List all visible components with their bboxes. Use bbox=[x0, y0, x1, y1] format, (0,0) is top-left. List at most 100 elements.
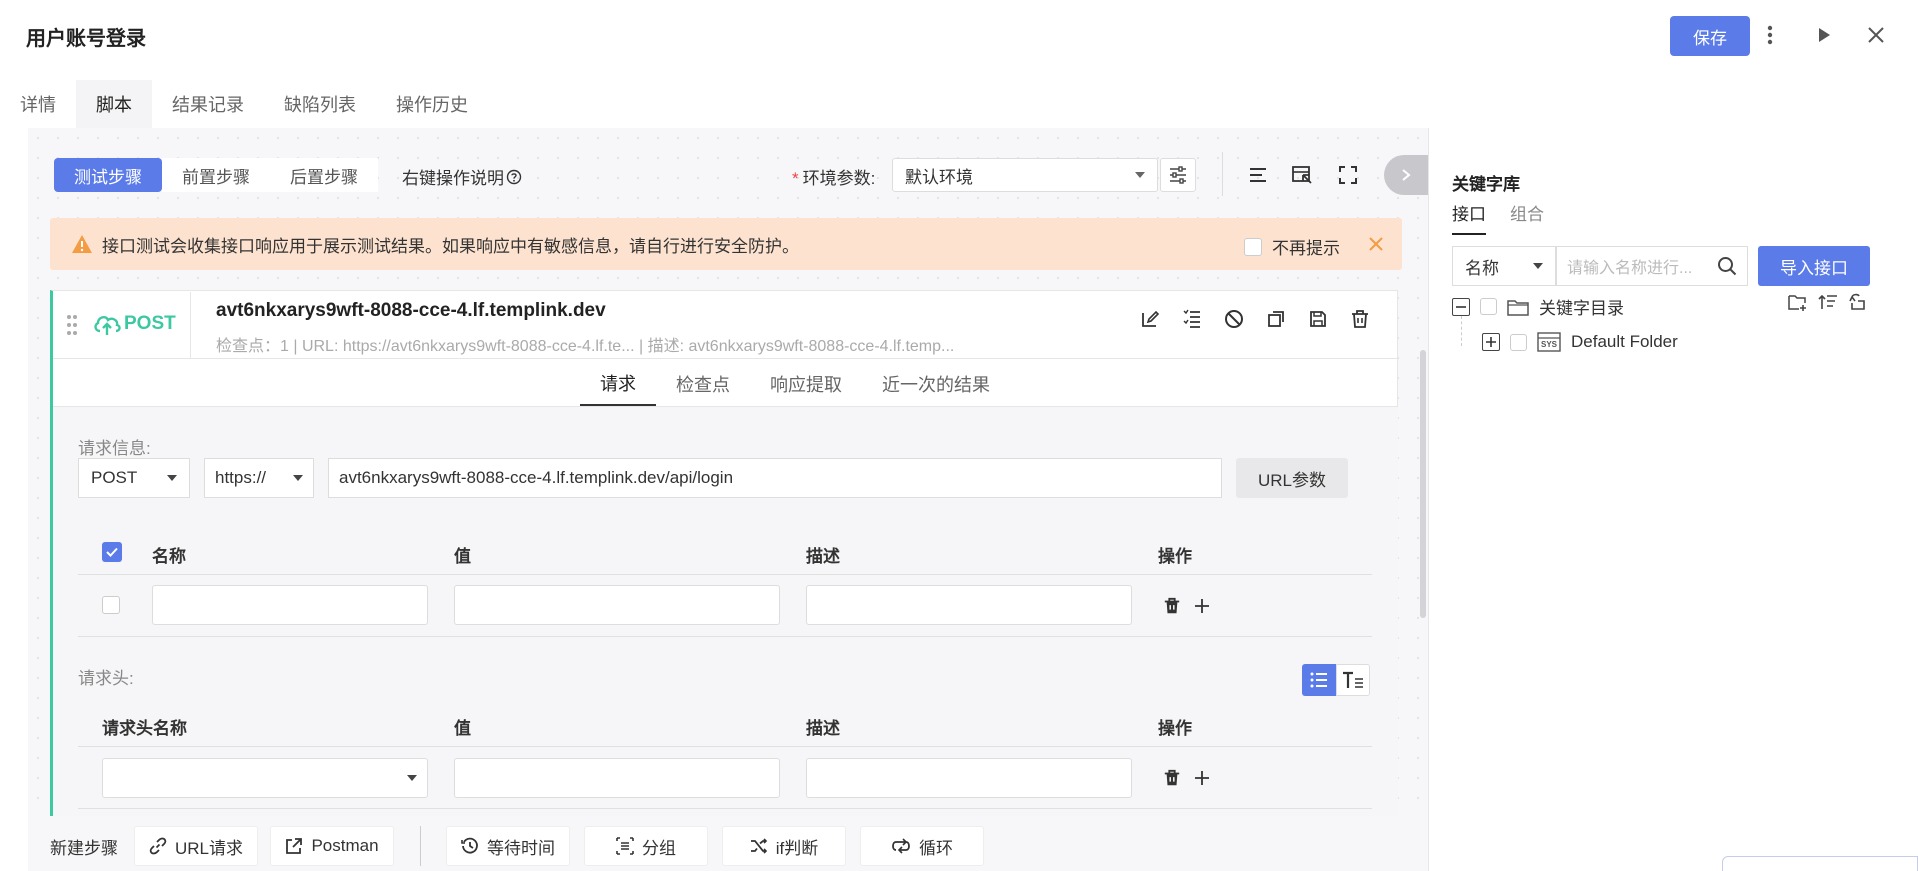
caret-down-icon bbox=[167, 475, 177, 481]
import-interface-button[interactable]: 导入接口 bbox=[1758, 246, 1870, 286]
method-select[interactable]: POST bbox=[78, 458, 190, 498]
col-header-header-ops: 操作 bbox=[1158, 719, 1192, 738]
plus-icon[interactable] bbox=[1192, 596, 1212, 616]
tab-history[interactable]: 操作历史 bbox=[376, 80, 488, 128]
request-info-label: 请求信息: bbox=[78, 439, 151, 458]
env-select[interactable]: 默认环境 bbox=[892, 158, 1158, 192]
new-step-label: 新建步骤 bbox=[50, 839, 118, 858]
disable-icon[interactable] bbox=[1220, 304, 1248, 334]
loop-button[interactable]: 循环 bbox=[860, 826, 984, 866]
save-icon[interactable] bbox=[1304, 304, 1332, 334]
trash-icon[interactable] bbox=[1162, 596, 1182, 616]
no-remind-checkbox[interactable] bbox=[1244, 237, 1262, 256]
protocol-select-value: https:// bbox=[215, 468, 267, 487]
sort-icon[interactable] bbox=[1816, 290, 1840, 314]
right-click-help-link[interactable]: 右键操作说明 bbox=[402, 164, 522, 189]
fullscreen-icon[interactable] bbox=[1334, 160, 1362, 190]
col-header-header-name: 请求头名称 bbox=[102, 719, 187, 738]
collapse-toggle-icon[interactable] bbox=[1452, 297, 1470, 316]
header-value-input[interactable] bbox=[454, 758, 780, 798]
panel-divider bbox=[1428, 128, 1429, 871]
tab-last-result[interactable]: 近一次的结果 bbox=[862, 362, 1010, 406]
default-folder-checkbox[interactable] bbox=[1510, 333, 1527, 351]
add-folder-icon[interactable] bbox=[1786, 290, 1810, 314]
tab-pre-steps[interactable]: 前置步骤 bbox=[162, 158, 270, 192]
settings-sliders-icon[interactable] bbox=[1160, 158, 1196, 192]
url-input[interactable]: avt6nkxarys9wft-8088-cce-4.lf.templink.d… bbox=[328, 458, 1222, 498]
tab-details[interactable]: 详情 bbox=[0, 80, 76, 128]
tree-root[interactable]: 关键字目录 bbox=[1452, 294, 1624, 319]
save-button[interactable]: 保存 bbox=[1670, 16, 1750, 56]
group-button[interactable]: 分组 bbox=[584, 826, 708, 866]
col-header-header-value: 值 bbox=[454, 719, 471, 738]
tab-test-steps[interactable]: 测试步骤 bbox=[54, 158, 162, 192]
url-params-button[interactable]: URL参数 bbox=[1236, 458, 1348, 498]
expand-toggle-icon[interactable] bbox=[1482, 333, 1500, 351]
protocol-select[interactable]: https:// bbox=[204, 458, 314, 498]
chevron-right-icon[interactable] bbox=[1384, 155, 1428, 195]
request-sub-tabs: 请求 检查点 响应提取 近一次的结果 bbox=[580, 362, 1010, 406]
text-view-icon[interactable] bbox=[1336, 664, 1370, 696]
sync-icon[interactable] bbox=[1846, 290, 1870, 314]
group-icon bbox=[616, 837, 634, 855]
tree-node-default-folder[interactable]: SYS Default Folder bbox=[1482, 332, 1678, 352]
play-icon[interactable] bbox=[1810, 18, 1838, 52]
param-desc-input[interactable] bbox=[806, 585, 1132, 625]
warning-banner: 接口测试会收集接口响应用于展示测试结果。如果响应中有敏感信息，请自行进行安全防护… bbox=[50, 218, 1402, 270]
param-name-input[interactable] bbox=[152, 585, 428, 625]
link-icon bbox=[149, 837, 167, 855]
sys-badge: SYS bbox=[1540, 340, 1557, 349]
floating-widget[interactable] bbox=[1722, 856, 1918, 871]
tab-interface[interactable]: 接口 bbox=[1452, 200, 1486, 235]
postman-button[interactable]: Postman bbox=[270, 826, 394, 866]
clock-icon bbox=[461, 837, 479, 855]
copy-icon[interactable] bbox=[1262, 304, 1290, 334]
select-icon[interactable] bbox=[1288, 160, 1316, 190]
loop-label: 循环 bbox=[919, 838, 953, 858]
close-icon[interactable] bbox=[1860, 18, 1892, 52]
env-label: * 环境参数: bbox=[792, 169, 876, 188]
table-header-line bbox=[78, 574, 1372, 575]
trash-icon[interactable] bbox=[1346, 304, 1374, 334]
keyword-search-input[interactable]: 请输入名称进行... bbox=[1556, 246, 1748, 286]
col-header-ops: 操作 bbox=[1158, 547, 1192, 566]
loop-icon bbox=[891, 837, 911, 855]
tab-defects[interactable]: 缺陷列表 bbox=[264, 80, 376, 128]
if-condition-button[interactable]: if判断 bbox=[722, 826, 846, 866]
header-desc-input[interactable] bbox=[806, 758, 1132, 798]
tree-root-checkbox[interactable] bbox=[1480, 298, 1497, 315]
caret-down-icon bbox=[407, 775, 417, 781]
tab-script[interactable]: 脚本 bbox=[76, 80, 152, 128]
drag-handle-icon[interactable] bbox=[62, 310, 82, 340]
keyword-tabs: 接口 组合 bbox=[1452, 200, 1544, 235]
close-icon[interactable] bbox=[1364, 232, 1388, 256]
edit-icon[interactable] bbox=[1136, 304, 1164, 334]
no-remind-option[interactable]: 不再提示 bbox=[1244, 234, 1340, 259]
tab-checkpoint[interactable]: 检查点 bbox=[656, 362, 750, 406]
no-remind-label: 不再提示 bbox=[1272, 239, 1340, 258]
list-icon[interactable] bbox=[1178, 304, 1206, 334]
more-vertical-icon[interactable] bbox=[1758, 18, 1782, 52]
env-select-value: 默认环境 bbox=[905, 167, 973, 187]
postman-label: Postman bbox=[311, 836, 379, 855]
tab-request[interactable]: 请求 bbox=[580, 362, 656, 406]
tab-combination[interactable]: 组合 bbox=[1510, 200, 1544, 235]
wait-time-button[interactable]: 等待时间 bbox=[446, 826, 570, 866]
plus-icon[interactable] bbox=[1192, 768, 1212, 788]
header-name-select[interactable] bbox=[102, 758, 428, 798]
card-actions bbox=[1136, 304, 1374, 334]
tab-post-steps[interactable]: 后置步骤 bbox=[270, 158, 378, 192]
vertical-scrollbar[interactable] bbox=[1420, 350, 1426, 618]
trash-icon[interactable] bbox=[1162, 768, 1182, 788]
align-icon[interactable] bbox=[1244, 160, 1272, 190]
list-view-icon[interactable] bbox=[1302, 664, 1336, 696]
group-label: 分组 bbox=[642, 838, 676, 858]
row-checkbox[interactable] bbox=[102, 596, 120, 614]
tab-response-extract[interactable]: 响应提取 bbox=[750, 362, 862, 406]
tab-results[interactable]: 结果记录 bbox=[152, 80, 264, 128]
keyword-field-select[interactable]: 名称 bbox=[1452, 246, 1556, 286]
search-icon[interactable] bbox=[1717, 256, 1737, 276]
url-request-button[interactable]: URL请求 bbox=[134, 826, 258, 866]
param-value-input[interactable] bbox=[454, 585, 780, 625]
select-all-checkbox[interactable] bbox=[102, 542, 122, 562]
